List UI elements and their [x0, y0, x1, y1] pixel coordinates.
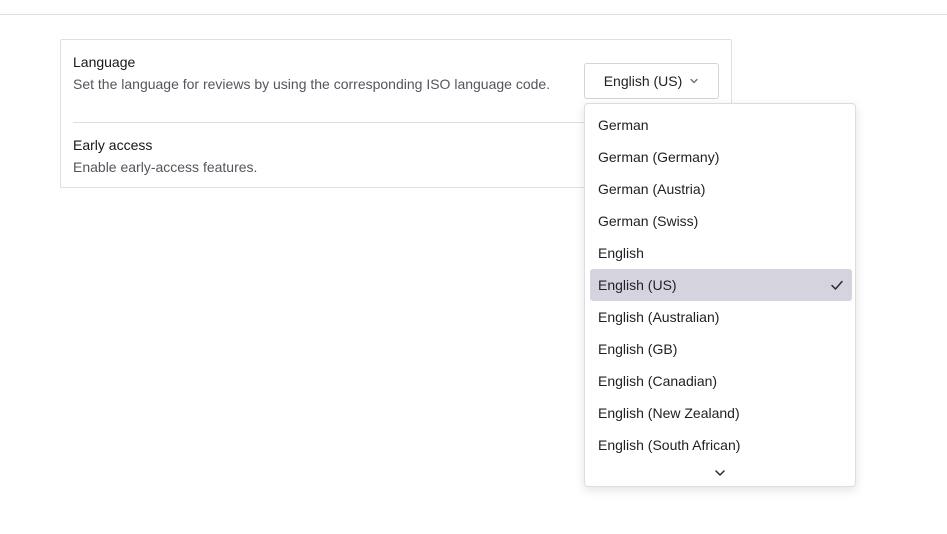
language-options-list: German German (Germany) German (Austria) Ge…	[590, 109, 852, 461]
language-option-label: English (Australian)	[598, 309, 720, 325]
scroll-down-chevron-icon[interactable]	[713, 466, 727, 480]
language-option[interactable]: English (Australian)	[590, 301, 852, 333]
language-option[interactable]: German (Austria)	[590, 173, 852, 205]
language-select-value: English (US)	[603, 73, 683, 89]
language-option-label: English (South African)	[598, 437, 741, 453]
early-access-description: Enable early-access features.	[73, 159, 258, 175]
language-option[interactable]: German (Swiss)	[590, 205, 852, 237]
language-option[interactable]: German	[590, 109, 852, 141]
language-dropdown: German German (Germany) German (Austria) Ge…	[584, 103, 856, 487]
language-option[interactable]: English (GB)	[590, 333, 852, 365]
language-option-label: English	[598, 245, 644, 261]
language-option-label: English (US)	[598, 277, 677, 293]
language-option-label: English (GB)	[598, 341, 678, 357]
language-select-button[interactable]: English (US)	[584, 63, 719, 99]
language-option[interactable]: English (Canadian)	[590, 365, 852, 397]
check-icon	[831, 280, 843, 290]
language-option[interactable]: English (US)	[590, 269, 852, 301]
language-option-label: German (Austria)	[598, 181, 706, 197]
language-option-label: German (Swiss)	[598, 213, 699, 229]
language-option-label: English (Canadian)	[598, 373, 718, 389]
language-option[interactable]: English	[590, 237, 852, 269]
language-description: Set the language for reviews by using th…	[73, 76, 551, 92]
language-option[interactable]: English (South African)	[590, 429, 852, 461]
language-option-label: German	[598, 117, 649, 133]
language-option[interactable]: German (Germany)	[590, 141, 852, 173]
language-option-label: English (New Zealand)	[598, 405, 740, 421]
page: Language Set the language for reviews by…	[0, 0, 947, 534]
language-option-label: German (Germany)	[598, 149, 720, 165]
chevron-down-icon	[690, 78, 698, 84]
language-option[interactable]: English (New Zealand)	[590, 397, 852, 429]
top-divider	[0, 14, 947, 15]
